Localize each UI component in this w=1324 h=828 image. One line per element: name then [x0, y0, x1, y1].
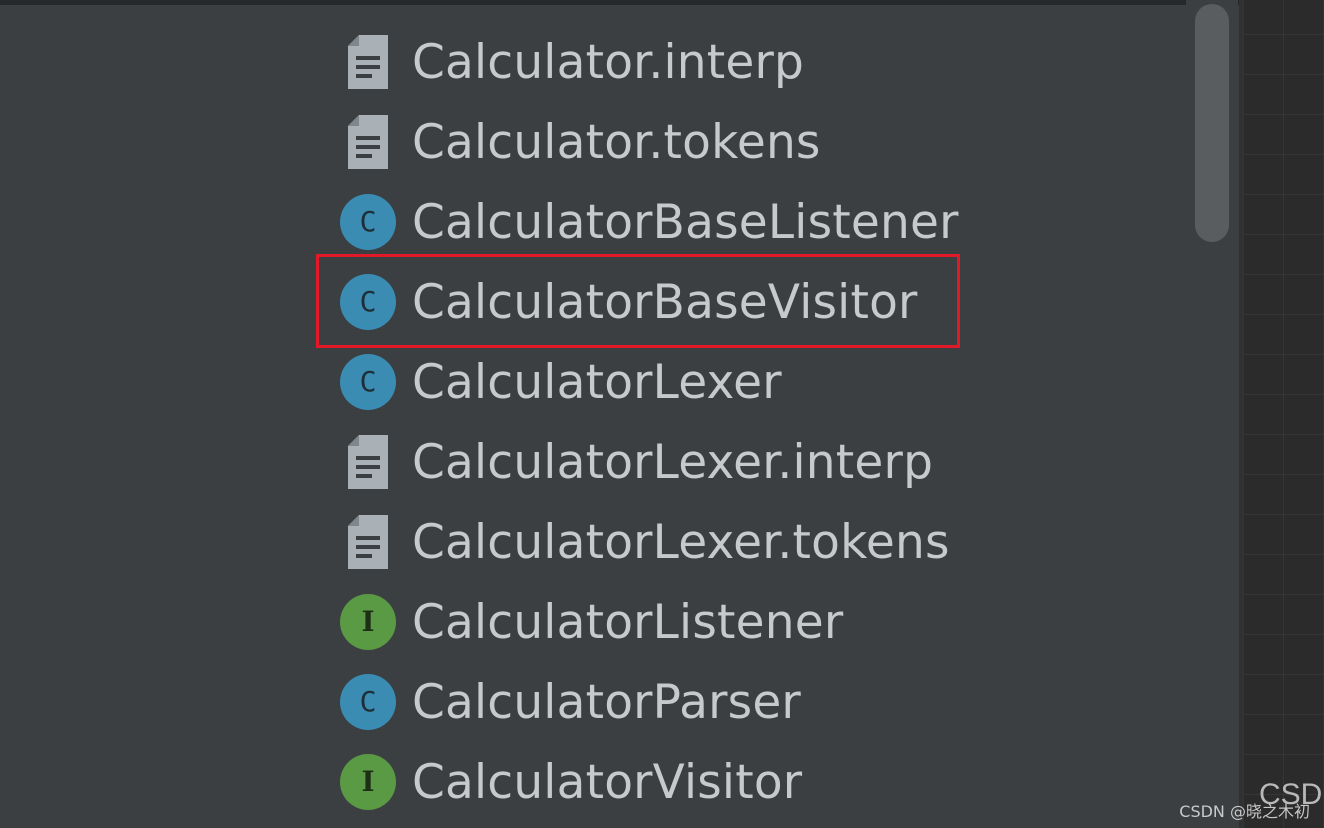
tree-item-calculator-base-visitor[interactable]: C CalculatorBaseVisitor: [338, 262, 1038, 342]
class-icon: C: [338, 352, 398, 412]
scrollbar-thumb[interactable]: [1195, 4, 1229, 242]
tree-item-label: CalculatorVisitor: [412, 754, 803, 810]
class-badge: C: [340, 274, 396, 330]
interface-icon: I: [338, 592, 398, 652]
tree-item-label: CalculatorLexer.tokens: [412, 514, 950, 570]
tree-item-label: Calculator.tokens: [412, 114, 821, 170]
class-badge: C: [340, 674, 396, 730]
ide-window: Calculator.interp Calculator.tokens C Ca…: [0, 0, 1324, 828]
tree-item-label: CalculatorBaseVisitor: [412, 274, 918, 330]
tree-item-label: CalculatorLexer.interp: [412, 434, 934, 490]
text-file-icon: [338, 512, 398, 572]
tree-item-calculator-tokens[interactable]: Calculator.tokens: [338, 102, 1038, 182]
top-edge: [0, 0, 1324, 5]
tree-item-calculator-interp[interactable]: Calculator.interp: [338, 22, 1038, 102]
interface-badge: I: [340, 754, 396, 810]
interface-badge: I: [340, 594, 396, 650]
class-icon: C: [338, 272, 398, 332]
text-file-icon: [338, 112, 398, 172]
watermark-text: CSDN @晓之木初: [1179, 802, 1310, 821]
class-icon: C: [338, 192, 398, 252]
text-file-icon: [338, 32, 398, 92]
tree-item-calculator-lexer-tokens[interactable]: CalculatorLexer.tokens: [338, 502, 1038, 582]
editor-pane[interactable]: CSD: [1243, 0, 1324, 828]
tree-item-label: CalculatorBaseListener: [412, 194, 959, 250]
tree-item-calculator-lexer[interactable]: C CalculatorLexer: [338, 342, 1038, 422]
class-icon: C: [338, 672, 398, 732]
tree-item-label: CalculatorLexer: [412, 354, 782, 410]
tree-item-label: Calculator.interp: [412, 34, 805, 90]
text-file-icon: [338, 432, 398, 492]
interface-icon: I: [338, 752, 398, 812]
tree-item-label: CalculatorListener: [412, 594, 844, 650]
tree-item-label: CalculatorParser: [412, 674, 801, 730]
tree-item-calculator-base-listener[interactable]: C CalculatorBaseListener: [338, 182, 1038, 262]
project-file-tree: Calculator.interp Calculator.tokens C Ca…: [0, 22, 1180, 822]
class-badge: C: [340, 354, 396, 410]
tree-item-calculator-lexer-interp[interactable]: CalculatorLexer.interp: [338, 422, 1038, 502]
tree-item-calculator-visitor[interactable]: I CalculatorVisitor: [338, 742, 1038, 822]
class-badge: C: [340, 194, 396, 250]
tree-item-calculator-listener[interactable]: I CalculatorListener: [338, 582, 1038, 662]
tree-item-calculator-parser[interactable]: C CalculatorParser: [338, 662, 1038, 742]
